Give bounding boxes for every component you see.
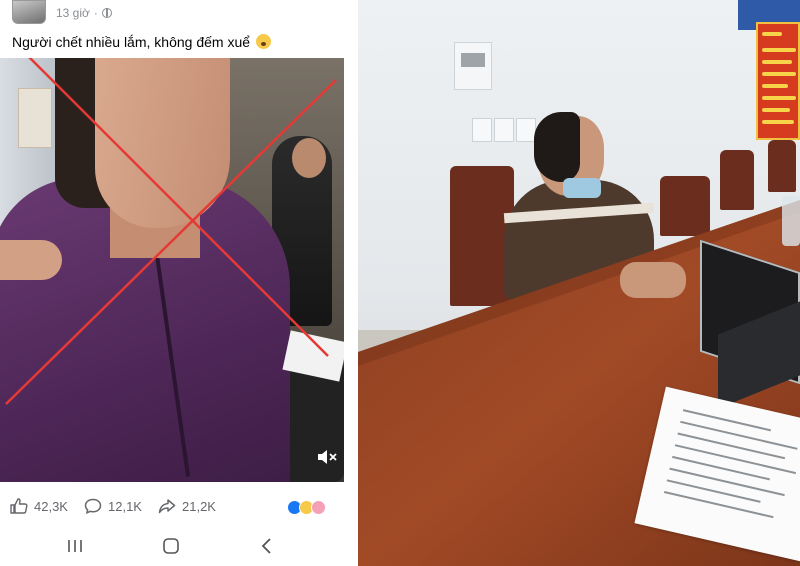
crying-emoji-icon xyxy=(255,34,271,49)
like-stat[interactable]: 42,3K xyxy=(10,498,68,514)
post-caption: Người chết nhiều lắm, không đếm xuể xyxy=(12,34,271,50)
post-meta: 13 giờ · xyxy=(56,6,112,20)
red-cross-mark xyxy=(5,58,337,405)
water-bottle xyxy=(782,196,800,246)
woman-hands xyxy=(620,262,686,298)
post-header: 13 giờ · xyxy=(0,0,352,28)
speaker-muted-icon[interactable] xyxy=(316,448,338,466)
like-count: 42,3K xyxy=(34,498,68,514)
post-time[interactable]: 13 giờ xyxy=(56,6,90,20)
share-arrow-icon xyxy=(158,499,176,514)
comment-count: 12,1K xyxy=(108,498,142,514)
share-count: 21,2K xyxy=(182,498,216,514)
recent-apps-icon[interactable] xyxy=(64,536,86,556)
globe-icon xyxy=(101,8,112,18)
share-stat[interactable]: 21,2K xyxy=(158,498,216,514)
office-photo xyxy=(358,0,800,566)
home-button-icon[interactable] xyxy=(160,536,182,556)
back-button-icon[interactable] xyxy=(256,536,278,556)
post-video[interactable] xyxy=(0,58,344,482)
thumbs-up-icon xyxy=(10,498,28,514)
reactions-bar: 42,3K 12,1K 21,2K xyxy=(0,494,352,522)
post-caption-text: Người chết nhiều lắm, không đếm xuể xyxy=(12,34,251,50)
avatar[interactable] xyxy=(12,0,46,24)
comment-bubble-icon xyxy=(84,498,102,514)
reaction-summary[interactable] xyxy=(287,500,326,515)
android-nav-bar xyxy=(0,526,352,566)
facebook-post-screenshot: 13 giờ · Người chết nhiều lắm, không đếm… xyxy=(0,0,352,566)
comment-stat[interactable]: 12,1K xyxy=(84,498,142,514)
care-reaction-icon xyxy=(311,500,326,515)
